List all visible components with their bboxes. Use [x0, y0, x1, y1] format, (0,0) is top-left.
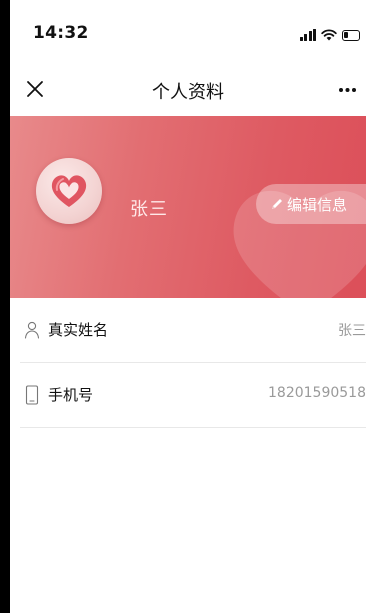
phone-value: 18201590518: [268, 385, 366, 401]
signal-icon: [299, 29, 316, 41]
status-icons: [299, 25, 360, 41]
profile-screen: 14:32 个人资料 张三 编辑信息 真实姓名 张三 手机号 182015905…: [10, 0, 366, 613]
edit-info-button[interactable]: 编辑信息: [256, 184, 366, 224]
screen-edge: [0, 0, 10, 613]
avatar[interactable]: [36, 158, 102, 224]
real-name-value: 张三: [338, 323, 366, 339]
info-list: 真实姓名 张三 手机号 18201590518: [10, 298, 366, 428]
real-name-label: 真实姓名: [48, 321, 109, 339]
more-icon[interactable]: [332, 76, 362, 102]
pencil-icon: [272, 199, 282, 209]
profile-banner: 张三 编辑信息: [10, 116, 366, 298]
status-time: 14:32: [33, 23, 89, 43]
status-bar: 14:32: [10, 0, 366, 64]
phone-icon: [25, 385, 39, 405]
wifi-icon: [321, 29, 337, 41]
list-item-phone[interactable]: 手机号 18201590518: [20, 363, 366, 428]
person-icon: [24, 321, 40, 339]
phone-label: 手机号: [48, 386, 94, 404]
battery-icon: [342, 30, 360, 41]
list-item-real-name[interactable]: 真实姓名 张三: [20, 298, 366, 363]
nav-bar: 个人资料: [10, 64, 366, 116]
heart-logo-icon: [51, 175, 87, 207]
page-title: 个人资料: [152, 82, 224, 103]
profile-name: 张三: [130, 199, 168, 220]
edit-info-label: 编辑信息: [287, 195, 348, 214]
